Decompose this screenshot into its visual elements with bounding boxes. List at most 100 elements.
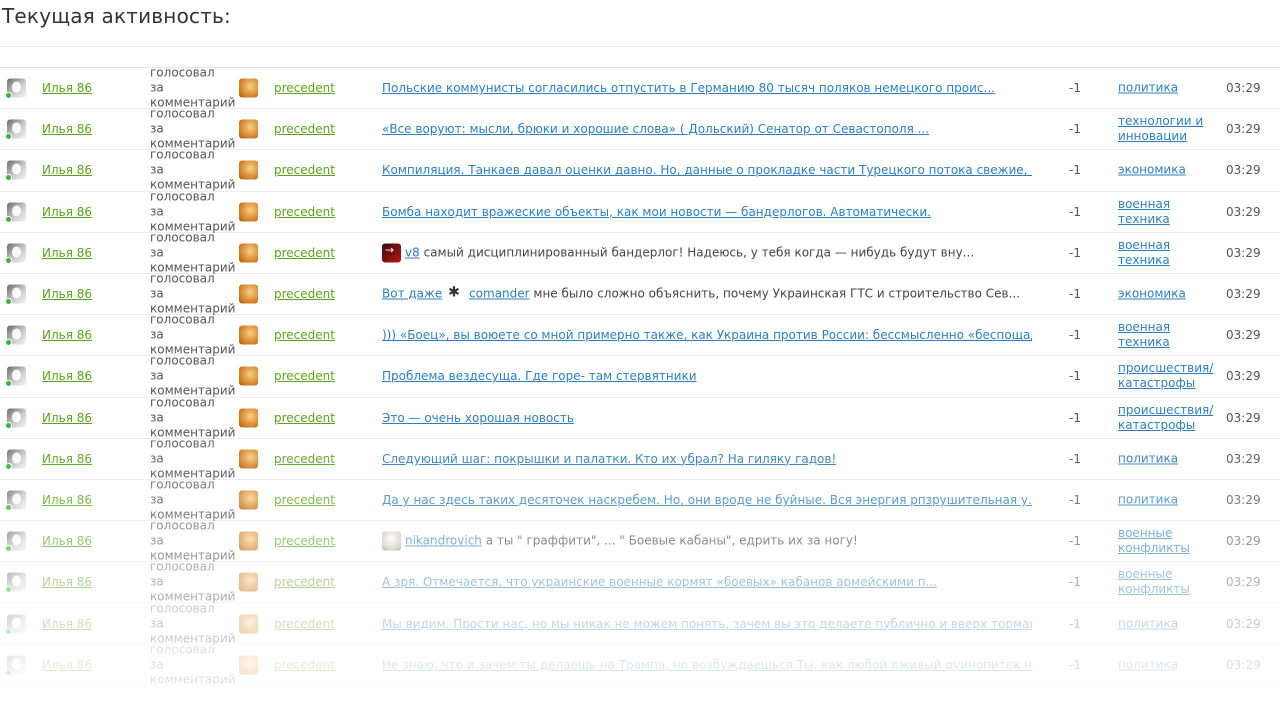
user-link[interactable]: Илья 86 [42,411,92,425]
target-user-link[interactable]: precedent [274,369,335,383]
comment-text: мне было сложно объяснить, почему Украин… [529,286,1021,301]
target-user-link[interactable]: precedent [274,328,335,342]
vote-score: -1 [1069,492,1081,507]
vote-score: -1 [1069,287,1081,302]
timestamp: 03:29 [1226,492,1261,507]
target-user-link[interactable]: precedent [274,452,335,466]
action-text: голосовал за комментарий [150,518,236,563]
target-user-avatar[interactable] [239,614,258,634]
user-link[interactable]: Илья 86 [42,246,92,260]
target-user-link[interactable]: precedent [274,411,335,425]
comment-link[interactable]: Польские коммунисты согласились отпустит… [382,81,995,95]
comment-excerpt: Вот даже comander мне было сложно объясн… [382,284,1021,304]
category-link[interactable]: политика [1118,81,1218,96]
user-link[interactable]: Илья 86 [42,575,92,589]
comment-link[interactable]: Это — очень хорошая новость [382,411,574,425]
comment-link[interactable]: Вот даже [382,287,442,301]
category-link[interactable]: военная техника [1118,238,1218,268]
target-user-avatar[interactable] [239,78,258,98]
user-link[interactable]: Илья 86 [42,163,92,177]
timestamp: 03:29 [1226,245,1261,260]
target-user-avatar[interactable] [239,325,258,345]
user-link[interactable]: Илья 86 [42,493,92,507]
timestamp: 03:29 [1226,287,1261,302]
target-user-link[interactable]: precedent [274,246,335,260]
page-title: Текущая активность: [2,4,231,28]
target-user-link[interactable]: precedent [274,205,335,219]
user-link[interactable]: Илья 86 [42,287,92,301]
comment-link[interactable]: «Все воруют: мысли, брюки и хорошие слов… [382,122,929,136]
category-link[interactable]: политика [1118,451,1218,466]
mentioned-user-avatar[interactable] [446,284,466,304]
user-link[interactable]: Илья 86 [42,205,92,219]
user-link[interactable]: Илья 86 [42,658,92,672]
target-user-link[interactable]: precedent [274,163,335,177]
target-user-avatar[interactable] [239,366,258,386]
activity-list: Илья 86 голосовал за комментарий precede… [0,66,1280,687]
user-link[interactable]: Илья 86 [42,452,92,466]
mentioned-user-link[interactable]: nikandrovich [405,534,482,548]
target-user-link[interactable]: precedent [274,493,335,507]
action-text: голосовал за комментарий [150,559,236,604]
user-link[interactable]: Илья 86 [42,81,92,95]
target-user-avatar[interactable] [239,202,258,222]
mentioned-user-avatar[interactable] [382,243,401,263]
target-user-link[interactable]: precedent [274,122,335,136]
action-text: голосовал за комментарий [150,395,236,440]
category-link[interactable]: военные конфликты [1118,526,1218,556]
user-link[interactable]: Илья 86 [42,617,92,631]
comment-link[interactable]: Следующий шаг: покрышки и палатки. Кто и… [382,452,836,466]
target-user-avatar[interactable] [239,243,258,263]
online-status-icon [5,215,12,223]
target-user-link[interactable]: precedent [274,575,335,589]
target-user-avatar[interactable] [239,572,258,592]
target-user-avatar[interactable] [239,160,258,180]
timestamp: 03:29 [1226,122,1261,137]
target-user-avatar[interactable] [239,284,258,304]
category-link[interactable]: политика [1118,616,1218,631]
user-link[interactable]: Илья 86 [42,534,92,548]
category-link[interactable]: политика [1118,657,1218,672]
comment-link[interactable]: Мы видим. Прости нас, но мы никак не мож… [382,617,1032,631]
category-link[interactable]: происшествия/ катастрофы [1118,361,1218,391]
category-link[interactable]: технологии и инновации [1118,114,1218,144]
user-link[interactable]: Илья 86 [42,369,92,383]
target-user-link[interactable]: precedent [274,617,335,631]
comment-excerpt: Мы видим. Прости нас, но мы никак не мож… [382,617,1032,631]
target-user-avatar[interactable] [239,119,258,139]
mentioned-user-link[interactable]: comander [469,287,530,301]
category-link[interactable]: военная техника [1118,320,1218,350]
user-link[interactable]: Илья 86 [42,328,92,342]
target-user-link[interactable]: precedent [274,81,335,95]
mentioned-user-link[interactable]: v8 [405,245,420,259]
target-user-link[interactable]: precedent [274,658,335,672]
category-link[interactable]: экономика [1118,287,1218,302]
category-link[interactable]: военные конфликты [1118,567,1218,597]
comment-link[interactable]: Бомба находит вражеские объекты, как мои… [382,205,931,219]
online-status-icon [5,133,12,141]
target-user-link[interactable]: precedent [274,534,335,548]
comment-link[interactable]: ))) «Боец», вы воюете со мной примерно т… [382,328,1032,342]
target-user-avatar[interactable] [239,531,258,551]
comment-link[interactable]: Не знаю, что и зачем ты делаешь на Трамп… [382,658,1032,672]
target-user-avatar[interactable] [239,408,258,428]
action-text: голосовал за комментарий [150,642,236,687]
comment-link[interactable]: А зря. Отмечается, что украинские военны… [382,575,937,589]
comment-link[interactable]: Проблема вездесуща. Где горе- там стервя… [382,369,697,383]
online-status-icon [5,668,12,676]
user-link[interactable]: Илья 86 [42,122,92,136]
category-link[interactable]: происшествия/ катастрофы [1118,403,1218,433]
comment-link[interactable]: Да у нас здесь таких десяточек наскребем… [382,493,1032,507]
activity-row: Илья 86 голосовал за комментарий precede… [0,559,1280,604]
target-user-avatar[interactable] [239,655,258,675]
online-status-icon [5,174,12,182]
activity-row: Илья 86 голосовал за комментарий precede… [0,272,1280,316]
target-user-avatar[interactable] [239,449,258,469]
mentioned-user-avatar[interactable] [382,531,401,551]
category-link[interactable]: экономика [1118,163,1218,178]
target-user-link[interactable]: precedent [274,287,335,301]
comment-link[interactable]: Компиляция. Танкаев давал оценки давно. … [382,163,1032,177]
category-link[interactable]: политика [1118,492,1218,507]
category-link[interactable]: военная техника [1118,197,1218,227]
target-user-avatar[interactable] [239,490,258,510]
